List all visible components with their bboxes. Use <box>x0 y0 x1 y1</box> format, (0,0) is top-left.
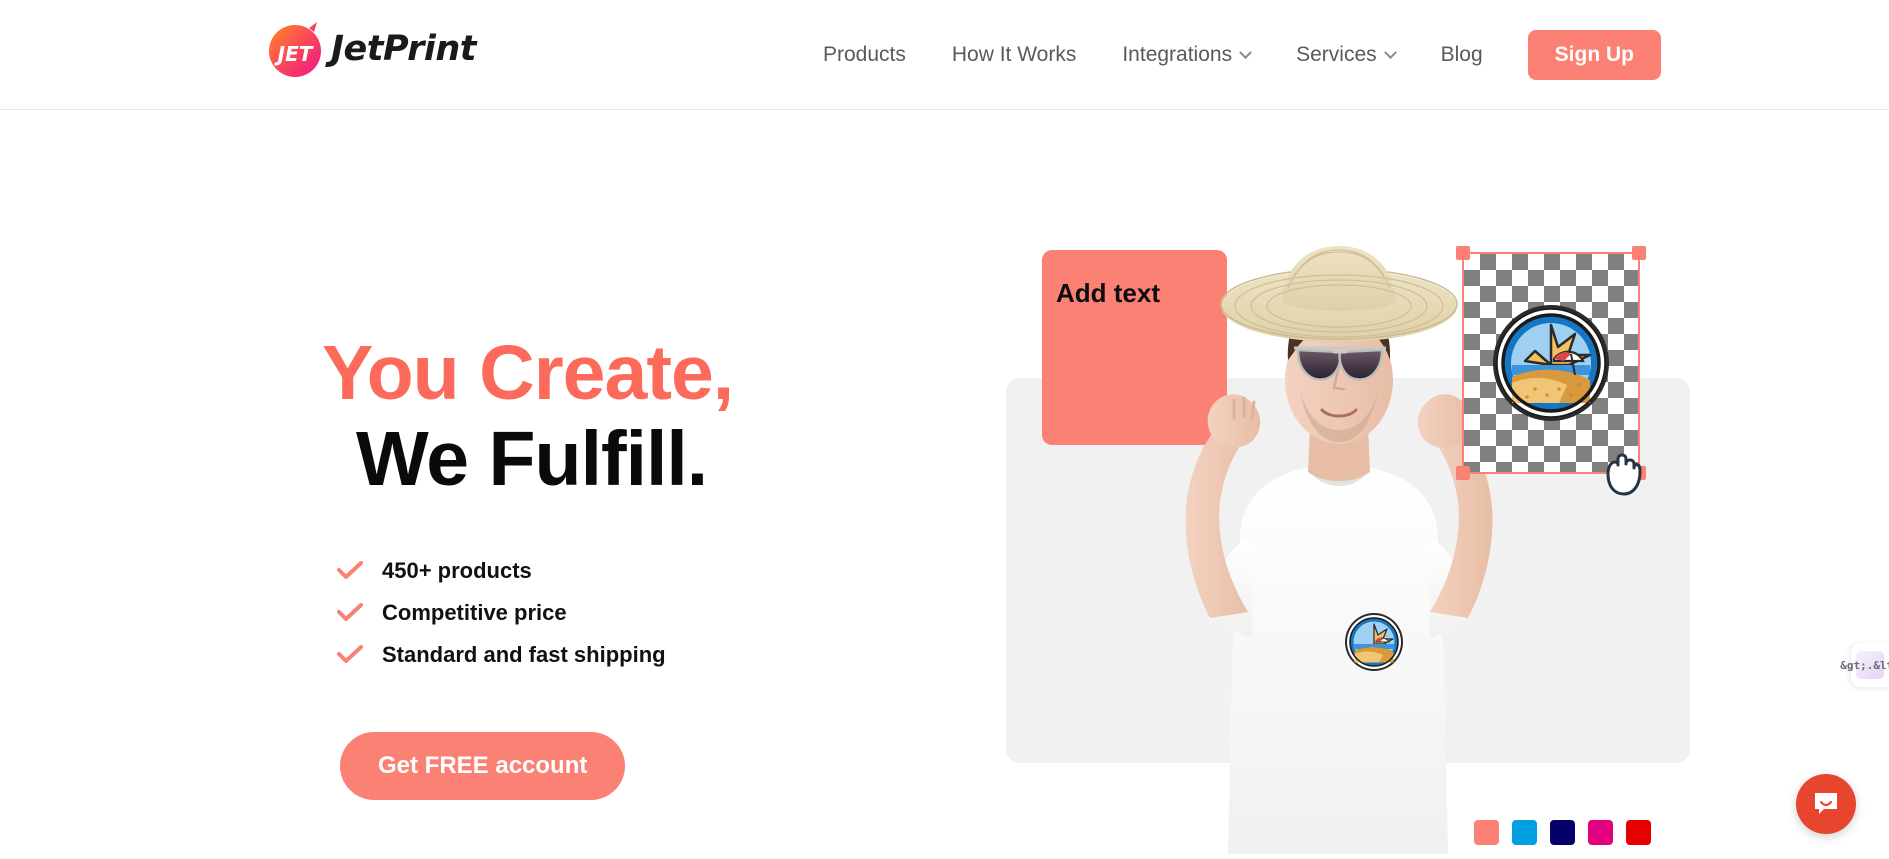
nav-label: Products <box>823 43 906 66</box>
feature-label: Competitive price <box>382 600 567 626</box>
get-free-account-button[interactable]: Get FREE account <box>340 732 626 801</box>
logo-wordmark: JetPrint <box>331 29 476 69</box>
feature-label: 450+ products <box>382 558 532 584</box>
nav-item-blog[interactable]: Blog <box>1418 43 1506 67</box>
side-widget-tab[interactable]: &gt;.&lt; <box>1840 643 1889 687</box>
nav-item-how-it-works[interactable]: How It Works <box>929 43 1099 67</box>
color-swatch-row <box>1474 820 1651 845</box>
grab-hand-cursor <box>1600 450 1644 498</box>
beach-sunset-badge-icon <box>1491 303 1611 423</box>
hero-feature-list: 450+ products Competitive price Standard… <box>330 550 733 676</box>
nav-label: How It Works <box>951 43 1077 66</box>
check-icon <box>330 561 370 581</box>
site-header: JET JetPrint Products How It Works Integ… <box>0 0 1889 110</box>
nav-item-integrations[interactable]: Integrations <box>1099 43 1273 67</box>
chevron-down-icon <box>1383 45 1397 59</box>
kawaii-face-icon: &gt;.&lt; <box>1840 651 1889 679</box>
nav-item-products[interactable]: Products <box>800 43 929 67</box>
list-item: 450+ products <box>330 550 733 592</box>
logo[interactable]: JET JetPrint <box>265 18 476 80</box>
color-swatch-salmon[interactable] <box>1474 820 1499 845</box>
nav-item-services[interactable]: Services <box>1273 43 1418 67</box>
chevron-down-icon <box>1239 45 1252 59</box>
main-nav: Products How It Works Integrations Servi… <box>800 0 1661 110</box>
svg-text:JET: JET <box>274 42 314 66</box>
add-text-label: Add text <box>1056 278 1160 308</box>
selection-handle-top-left[interactable] <box>1456 246 1470 260</box>
color-swatch-blue[interactable] <box>1512 820 1537 845</box>
selection-handle-top-right[interactable] <box>1632 246 1646 260</box>
list-item: Competitive price <box>330 592 733 634</box>
jetprint-logo-icon: JET <box>265 18 327 80</box>
hero-mockup-scene: Add text <box>1000 240 1720 854</box>
color-swatch-magenta[interactable] <box>1588 820 1613 845</box>
check-icon <box>330 645 370 665</box>
design-selection-region[interactable] <box>1456 246 1646 480</box>
chat-launcher-button[interactable] <box>1796 774 1856 834</box>
sign-up-button[interactable]: Sign Up <box>1527 30 1661 80</box>
color-swatch-red[interactable] <box>1626 820 1651 845</box>
list-item: Standard and fast shipping <box>330 634 733 676</box>
hero-headline-line2: We Fulfill. <box>356 416 708 503</box>
hero-copy: You Create, We Fulfill. 450+ products Co… <box>322 330 734 801</box>
feature-label: Standard and fast shipping <box>382 642 666 668</box>
selection-handle-bottom-left[interactable] <box>1456 466 1470 480</box>
check-icon <box>330 603 370 623</box>
nav-label: Blog <box>1440 43 1483 66</box>
nav-label: Integrations <box>1122 43 1233 66</box>
intercom-chat-icon <box>1815 793 1837 814</box>
hero-headline-line1: You Create, <box>322 330 734 416</box>
color-swatch-navy[interactable] <box>1550 820 1575 845</box>
nav-label: Services <box>1296 43 1377 66</box>
